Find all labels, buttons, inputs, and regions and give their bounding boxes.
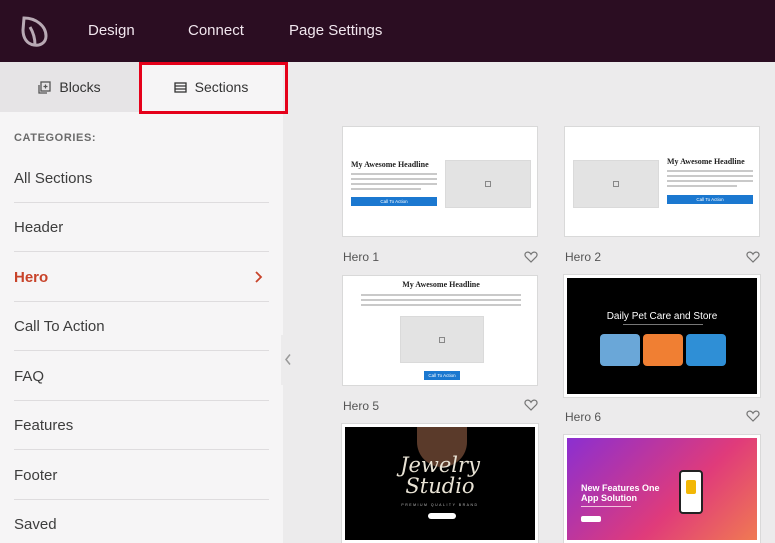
text-line: [361, 304, 521, 306]
text-line: [361, 294, 521, 296]
heart-icon[interactable]: [524, 250, 538, 264]
category-saved[interactable]: Saved: [14, 500, 269, 543]
text-line: [351, 188, 421, 190]
heart-icon[interactable]: [524, 398, 538, 412]
cta-button-preview: Call To Action: [351, 197, 437, 206]
category-header[interactable]: Header: [14, 203, 269, 252]
card-headline: My Awesome Headline: [351, 160, 429, 169]
dog-photo: [600, 334, 640, 366]
section-card-hero-2[interactable]: My Awesome Headline Call To Action: [564, 126, 760, 237]
section-card-hero-1[interactable]: My Awesome Headline Call To Action: [342, 126, 538, 237]
text-line: [623, 324, 703, 325]
section-label: Hero 5: [343, 399, 380, 413]
heart-icon[interactable]: [746, 250, 760, 264]
top-bar: Design Connect Page Settings: [0, 0, 775, 62]
category-call-to-action[interactable]: Call To Action: [14, 302, 269, 351]
button-preview: [581, 516, 601, 522]
text-line: [581, 506, 631, 507]
category-footer[interactable]: Footer: [14, 451, 269, 500]
text-line: [351, 183, 437, 185]
text-line: [667, 180, 753, 182]
section-label: Hero 6: [565, 410, 602, 424]
category-all-sections[interactable]: All Sections: [14, 154, 269, 203]
category-features[interactable]: Features: [14, 401, 269, 450]
card-headline: Studio: [405, 474, 475, 498]
image-placeholder: [400, 316, 484, 363]
button-preview: [428, 513, 456, 519]
leaf-logo-icon[interactable]: [19, 14, 51, 48]
card-subtitle: PREMIUM QUALITY BRAND: [401, 503, 479, 507]
nav-design[interactable]: Design: [88, 0, 135, 62]
tab-sections[interactable]: Sections: [139, 62, 283, 112]
tab-sections-label: Sections: [194, 79, 249, 95]
sidebar: Blocks Sections CATEGORIES: All Sections…: [0, 62, 283, 543]
section-card-hero-6[interactable]: Daily Pet Care and Store: [563, 274, 761, 398]
section-card-jewelry[interactable]: Jewelry Studio PREMIUM QUALITY BRAND: [341, 423, 539, 543]
nav-page-settings[interactable]: Page Settings: [289, 0, 382, 62]
dog-photo: [686, 334, 726, 366]
cta-button-preview: Call To Action: [424, 371, 460, 380]
cta-button-preview: Call To Action: [667, 195, 753, 204]
image-placeholder: [573, 160, 659, 208]
image-icon: [439, 336, 445, 343]
heart-icon[interactable]: [746, 409, 760, 423]
phone-mockup: [679, 470, 703, 514]
section-card-app[interactable]: New Features One App Solution: [563, 434, 761, 543]
image-icon: [485, 181, 491, 187]
chevron-left-icon: [285, 354, 291, 365]
text-line: [667, 170, 753, 172]
card-headline: New Features One App Solution: [581, 483, 660, 503]
image-placeholder: [445, 160, 531, 208]
tab-blocks[interactable]: Blocks: [0, 62, 139, 112]
card-headline: My Awesome Headline: [402, 280, 480, 289]
sections-icon: [173, 81, 187, 93]
dog-photo: [643, 334, 683, 366]
section-label: Hero 2: [565, 250, 602, 264]
chevron-right-icon: [255, 271, 263, 283]
blocks-icon: [38, 80, 52, 94]
image-icon: [613, 181, 619, 187]
text-line: [351, 178, 437, 180]
card-headline: My Awesome Headline: [667, 157, 745, 166]
text-line: [351, 173, 437, 175]
text-line: [667, 175, 753, 177]
category-faq[interactable]: FAQ: [14, 352, 269, 401]
section-label: Hero 1: [343, 250, 380, 264]
text-line: [361, 299, 521, 301]
nav-connect[interactable]: Connect: [188, 0, 244, 62]
collapse-sidebar-button[interactable]: [281, 335, 295, 385]
tab-blocks-label: Blocks: [59, 79, 101, 95]
card-headline: Daily Pet Care and Store: [606, 311, 718, 322]
section-card-hero-5[interactable]: My Awesome Headline Call To Action: [342, 275, 538, 386]
categories-title: CATEGORIES:: [14, 132, 97, 144]
text-line: [667, 185, 737, 187]
category-hero[interactable]: Hero: [14, 253, 269, 302]
